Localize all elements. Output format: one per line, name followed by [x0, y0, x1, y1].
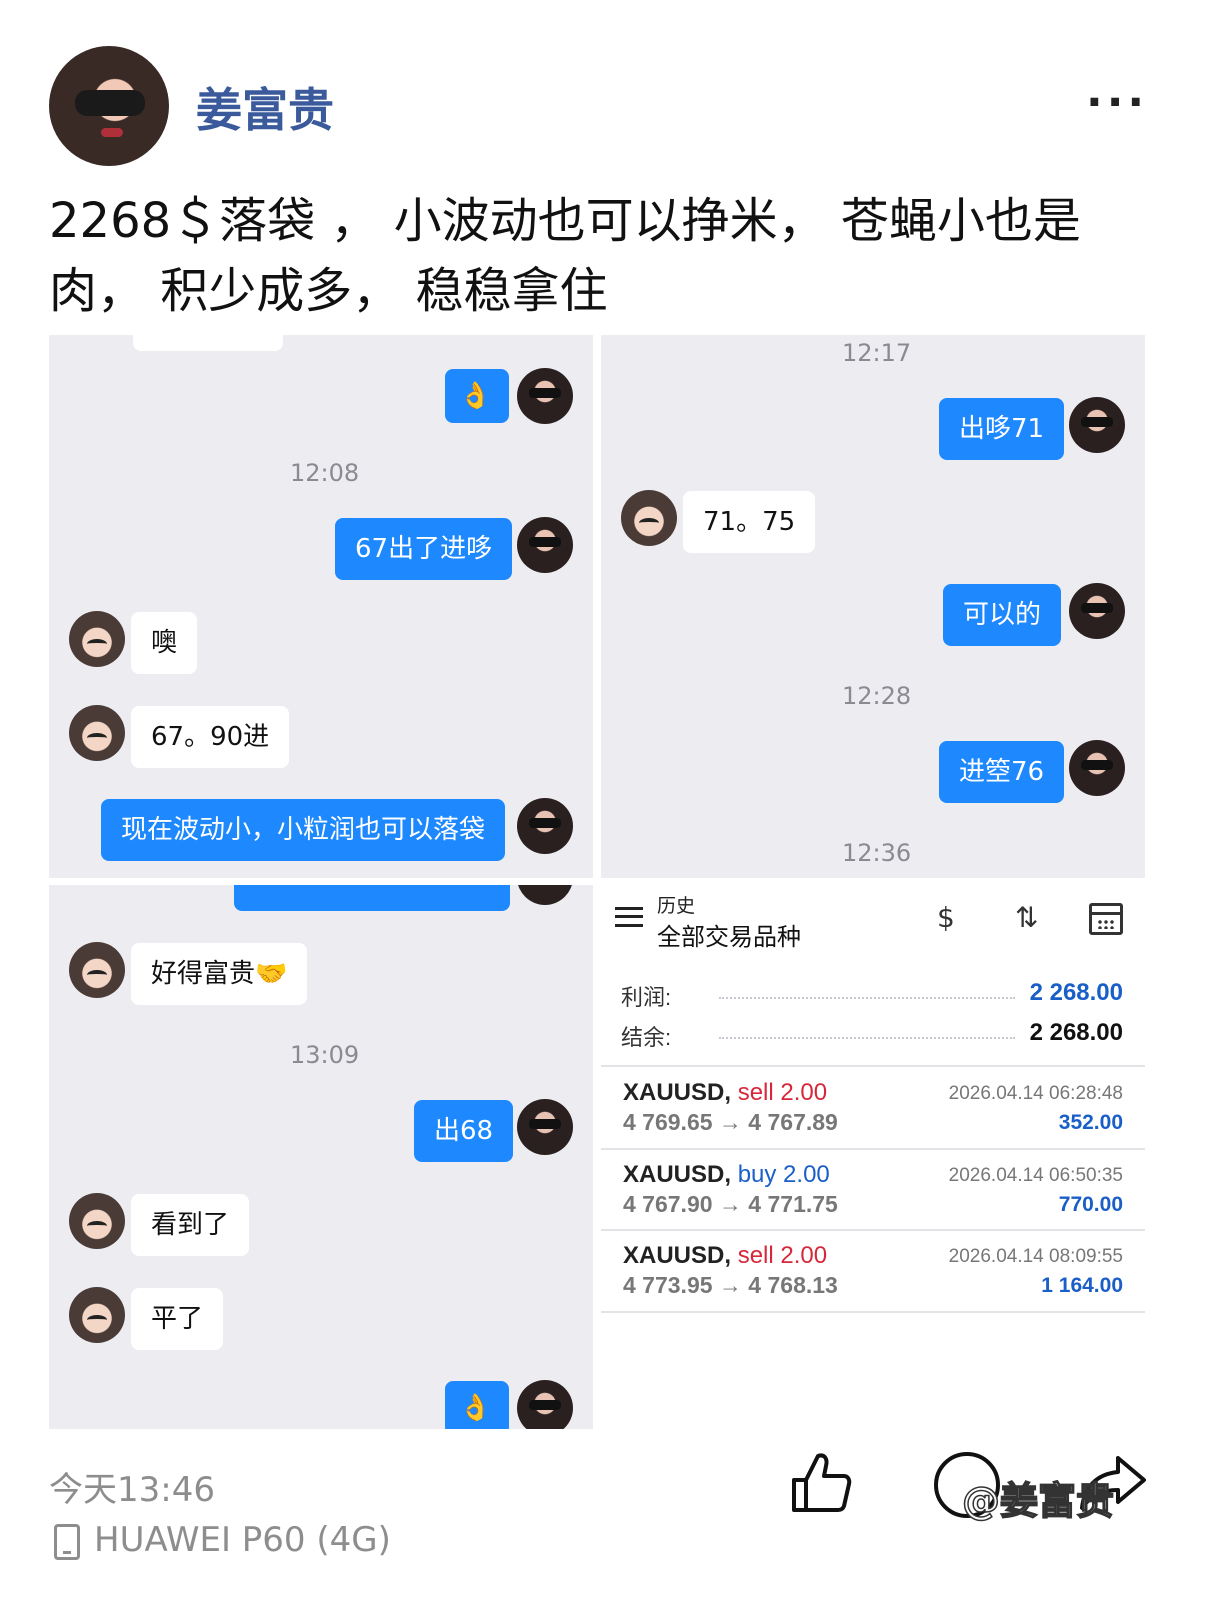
chat-time: 13:09 [290, 1041, 360, 1069]
avatar [517, 1099, 573, 1155]
chat-time: 12:08 [290, 459, 360, 487]
author-name[interactable]: 姜富贵 [196, 74, 334, 140]
trade-row[interactable]: XAUUSD, sell 2.00 4 769.65 → 4 767.89 20… [601, 1067, 1145, 1147]
avatar [69, 942, 125, 998]
trade-symbol: XAUUSD, buy 2.00 [623, 1161, 830, 1188]
trade-date: 2026.04.14 08:09:55 [948, 1246, 1123, 1267]
avatar [69, 1287, 125, 1343]
avatar [1069, 397, 1125, 453]
chat-time: 12:17 [842, 339, 912, 367]
chat-message: 出68 [414, 1100, 514, 1162]
trade-profit: 352.00 [1058, 1111, 1123, 1134]
avatar [517, 798, 573, 854]
avatar [1069, 740, 1125, 796]
avatar [517, 885, 573, 905]
header-title: 全部交易品种 [657, 923, 801, 951]
post-time: 今天13:46 [49, 1470, 215, 1510]
chat-screenshot-2[interactable]: 12:17 出哆71 71。75 可以的 12:28 进箜76 12:36 [601, 335, 1145, 878]
trade-side: sell 2.00 [737, 1242, 828, 1269]
chat-message: 👌 [445, 1381, 509, 1429]
trade-profit: 770.00 [1058, 1193, 1123, 1216]
watermark: @姜富贵 [961, 1478, 1115, 1524]
chat-time: 12:28 [842, 682, 912, 710]
sort-icon[interactable]: ⇅ [1015, 901, 1038, 934]
dotted-leader [719, 1037, 1015, 1039]
like-icon[interactable] [788, 1450, 854, 1516]
header-subtitle: 历史 [657, 895, 696, 917]
trade-row[interactable]: XAUUSD, sell 2.00 4 773.95 → 4 768.13 20… [601, 1230, 1145, 1310]
avatar [69, 705, 125, 761]
trade-prices: 4 769.65 → 4 767.89 [623, 1109, 838, 1135]
cut-bubble [133, 335, 283, 351]
chat-message: 现在波动小，小粒润也可以落袋 [101, 799, 506, 861]
profit-label: 利润: [621, 985, 672, 1010]
avatar [517, 1380, 573, 1429]
trade-profit: 1 164.00 [1041, 1274, 1123, 1297]
chat-message: 67。90进 [131, 706, 290, 768]
trade-side: sell 2.00 [737, 1079, 828, 1106]
avatar [1069, 583, 1125, 639]
trade-symbol: XAUUSD, sell 2.00 [623, 1079, 828, 1106]
chat-message: 平了 [131, 1288, 224, 1350]
chat-screenshot-3[interactable]: 好得富贵🤝 13:09 出68 看到了 平了 👌 [49, 885, 593, 1429]
cut-bubble [234, 885, 510, 911]
calendar-icon[interactable] [1089, 903, 1123, 935]
avatar [621, 490, 677, 546]
chat-message: 71。75 [683, 491, 816, 553]
chat-message: 进箜76 [939, 741, 1065, 803]
chat-message: 噢 [131, 612, 198, 674]
balance-label: 结余: [621, 1025, 672, 1050]
trade-prices: 4 767.90 → 4 771.75 [623, 1191, 838, 1217]
avatar [69, 611, 125, 667]
chat-message: 67出了进哆 [335, 518, 513, 580]
trade-history-screenshot[interactable]: 历史 全部交易品种 $ ⇅ 利润: 2 268.00 结余: 2 268.00 … [601, 885, 1145, 1429]
avatar [69, 1193, 125, 1249]
avatar [517, 517, 573, 573]
post-device: HUAWEI P60 (4G) [94, 1520, 391, 1560]
weibo-post: 姜富贵 ··· 2268＄落袋 ， 小波动也可以挣米， 苍蝇小也是肉， 积少成多… [0, 0, 1220, 1604]
chat-message: 看到了 [131, 1194, 250, 1256]
avatar [517, 368, 573, 424]
more-icon[interactable]: ··· [1086, 81, 1148, 125]
balance-value: 2 268.00 [1029, 1019, 1123, 1046]
chat-message: 可以的 [943, 584, 1062, 646]
chat-message: 好得富贵🤝 [131, 943, 308, 1005]
phone-icon [54, 1524, 80, 1560]
chat-screenshot-1[interactable]: 👌 12:08 67出了进哆 噢 67。90进 现在波动小，小粒润也可以落袋 [49, 335, 593, 878]
trade-side: buy 2.00 [737, 1161, 830, 1188]
chat-message: 👌 [445, 369, 509, 423]
trade-prices: 4 773.95 → 4 768.13 [623, 1272, 838, 1298]
trade-date: 2026.04.14 06:28:48 [948, 1083, 1123, 1104]
menu-icon[interactable] [615, 907, 643, 927]
author-avatar[interactable] [49, 46, 169, 166]
currency-icon[interactable]: $ [937, 901, 955, 934]
dotted-leader [719, 997, 1015, 999]
profit-value: 2 268.00 [1029, 979, 1123, 1006]
divider [601, 1311, 1145, 1313]
chat-message: 出哆71 [939, 398, 1065, 460]
trade-date: 2026.04.14 06:50:35 [948, 1165, 1123, 1186]
chat-time: 12:36 [842, 839, 912, 867]
trade-symbol: XAUUSD, sell 2.00 [623, 1242, 828, 1269]
post-text: 2268＄落袋 ， 小波动也可以挣米， 苍蝇小也是肉， 积少成多， 稳稳拿住 [49, 193, 1081, 319]
trade-row[interactable]: XAUUSD, buy 2.00 4 767.90 → 4 771.75 202… [601, 1149, 1145, 1229]
